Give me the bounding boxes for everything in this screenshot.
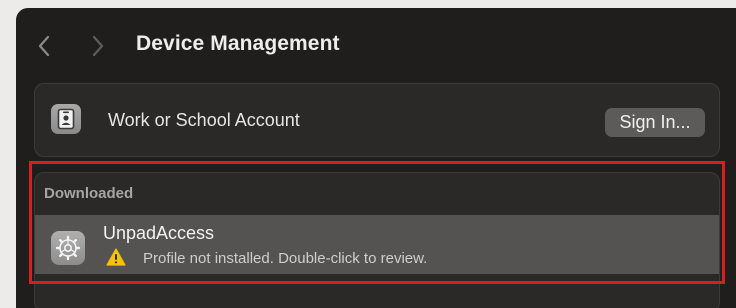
chevron-left-icon bbox=[38, 35, 50, 57]
id-badge-icon bbox=[51, 104, 81, 134]
account-label: Work or School Account bbox=[108, 110, 300, 130]
warning-icon bbox=[106, 248, 126, 266]
work-school-account-card: Work or School Account Sign In... bbox=[34, 83, 720, 157]
profile-status: Profile not installed. Double-click to r… bbox=[143, 250, 428, 267]
downloaded-section-header: Downloaded bbox=[44, 185, 134, 202]
downloaded-profiles-card: Downloaded UnpadAccess Profile not insta… bbox=[34, 172, 720, 308]
page-title: Device Management bbox=[136, 32, 340, 55]
chevron-right-icon bbox=[92, 35, 104, 57]
back-button[interactable] bbox=[32, 34, 56, 58]
profile-name: UnpadAccess bbox=[103, 223, 215, 243]
profile-row-unpadaccess[interactable]: UnpadAccess Profile not installed. Doubl… bbox=[35, 215, 719, 274]
forward-button[interactable] bbox=[86, 34, 110, 58]
gear-icon bbox=[51, 231, 85, 265]
settings-window: Device Management Work or School Account… bbox=[16, 8, 736, 308]
sign-in-button[interactable]: Sign In... bbox=[605, 108, 705, 137]
